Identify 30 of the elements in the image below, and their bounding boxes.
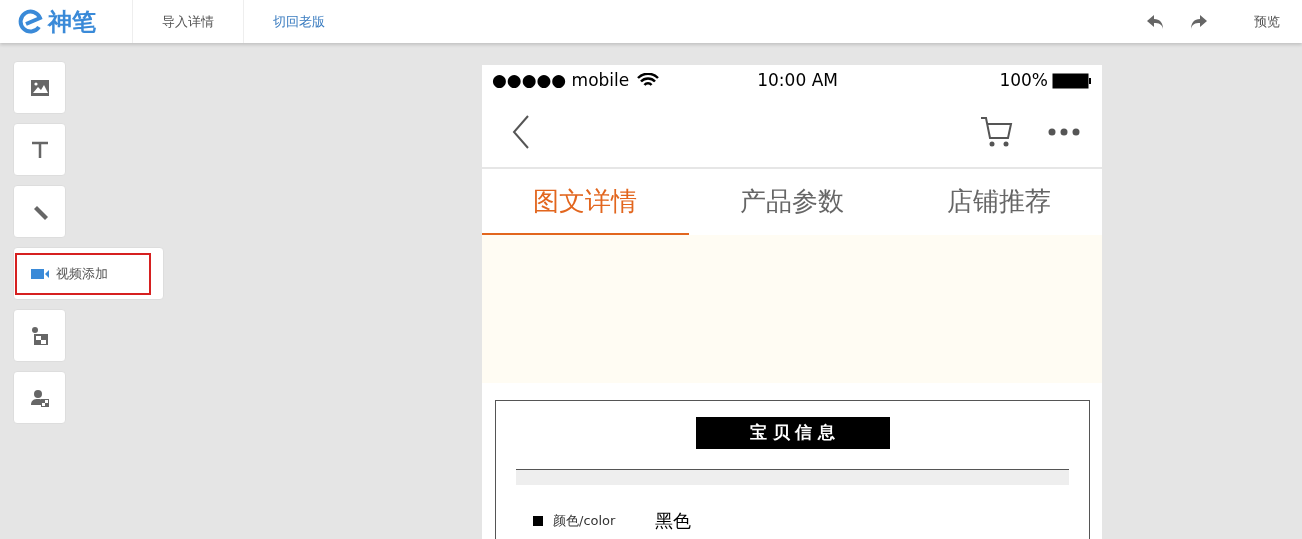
cart-icon[interactable] — [980, 116, 1014, 148]
spec-label: 颜色/color — [553, 511, 617, 530]
battery-icon — [1052, 73, 1092, 89]
spec-value: 黑色 — [655, 509, 691, 533]
bullet-square — [533, 515, 543, 526]
tab[interactable]: 产品参数 — [688, 169, 896, 235]
tool-button[interactable] — [13, 371, 66, 424]
battery-text: 100% — [999, 69, 1048, 93]
back-icon[interactable] — [512, 115, 530, 149]
logo-icon — [18, 8, 44, 35]
wifi-icon — [637, 73, 660, 89]
text-icon — [29, 139, 50, 160]
more-icon[interactable] — [1048, 128, 1080, 136]
tool-button[interactable] — [13, 61, 66, 114]
section-banner: 宝 贝 信 息 — [695, 417, 890, 449]
menu-link[interactable]: 切回老版 — [244, 0, 354, 43]
image-icon — [29, 77, 50, 98]
preview-button[interactable]: 预览 — [1254, 11, 1280, 32]
redo-icon[interactable] — [1188, 13, 1208, 30]
person-icon — [29, 387, 50, 408]
blocks-icon — [29, 325, 50, 346]
carrier-text: ●●●●● mobile — [492, 69, 630, 93]
clock-text: 10:00 AM — [757, 69, 838, 93]
menu-item[interactable]: 导入详情 — [133, 0, 244, 43]
logo-text: 神笔 — [48, 9, 96, 34]
undo-icon[interactable] — [1146, 13, 1166, 30]
tool-button[interactable] — [13, 309, 66, 362]
video-add-button[interactable]: 视频添加 — [15, 252, 151, 295]
tool-button[interactable] — [13, 123, 66, 176]
tab[interactable]: 店铺推荐 — [895, 169, 1102, 235]
